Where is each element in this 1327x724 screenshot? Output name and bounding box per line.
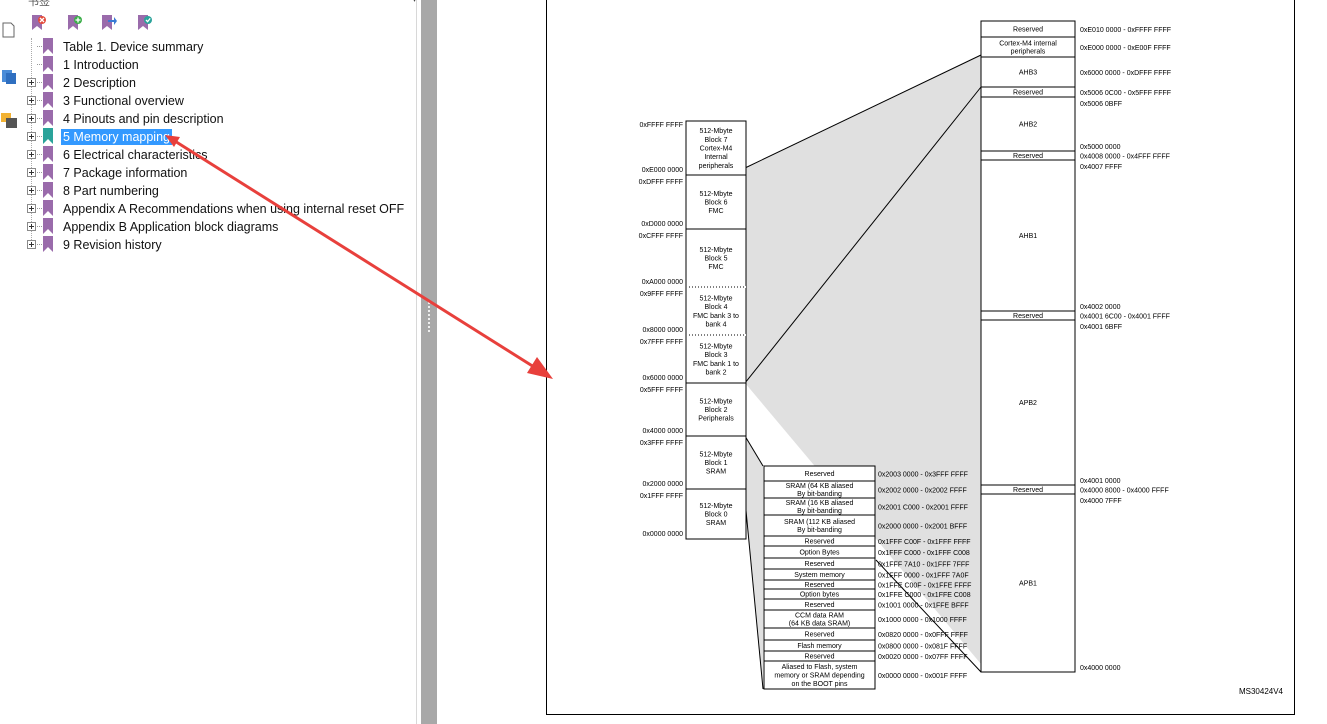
bookmark-label: 7 Package information [63, 166, 188, 180]
bookmark-label: Appendix B Application block diagrams [63, 220, 279, 234]
bookmarks-panel: 书签 ▾ Table 1. Device summary1 Introducti… [22, 0, 421, 724]
expand-bookmark-icon[interactable] [99, 14, 117, 32]
expand-toggle-icon[interactable] [27, 204, 36, 213]
bookmark-item[interactable]: 9 Revision history [22, 236, 420, 254]
bookmark-label: 6 Electrical characteristics [63, 148, 208, 162]
left-tool-strip [0, 0, 22, 724]
bookmark-label: 4 Pinouts and pin description [63, 112, 224, 126]
bookmark-label: Appendix A Recommendations when using in… [63, 202, 405, 216]
bookmark-label: 1 Introduction [63, 58, 139, 72]
bookmark-item[interactable]: 3 Functional overview [22, 92, 420, 110]
comments-icon[interactable] [1, 112, 17, 128]
bookmark-item[interactable]: 8 Part numbering [22, 182, 420, 200]
bookmark-item[interactable]: 6 Electrical characteristics [22, 146, 420, 164]
bookmark-label: 8 Part numbering [63, 184, 159, 198]
splitter-grip[interactable] [427, 300, 431, 340]
panel-divider [416, 0, 417, 724]
expand-toggle-icon[interactable] [27, 132, 36, 141]
bookmark-item[interactable]: 1 Introduction [22, 56, 420, 74]
bookmark-icon [43, 74, 53, 90]
expand-toggle-icon[interactable] [27, 168, 36, 177]
bookmark-label: Table 1. Device summary [63, 40, 204, 54]
page-thumbnail-icon[interactable] [1, 22, 17, 38]
bookmark-icon [43, 146, 53, 162]
pages-icon[interactable] [1, 68, 17, 84]
bookmark-item[interactable]: Appendix A Recommendations when using in… [22, 200, 420, 218]
bookmark-item[interactable]: 5 Memory mapping [22, 128, 420, 146]
bookmark-label: 2 Description [63, 76, 136, 90]
expand-toggle-icon[interactable] [27, 96, 36, 105]
expand-toggle-icon[interactable] [27, 150, 36, 159]
document-page [546, 0, 1295, 715]
expand-toggle-icon[interactable] [27, 240, 36, 249]
bookmark-icon [43, 200, 53, 216]
bookmark-icon [43, 56, 53, 72]
bookmark-item[interactable]: 4 Pinouts and pin description [22, 110, 420, 128]
bookmark-icon [43, 38, 53, 54]
bookmark-icon [43, 164, 53, 180]
expand-toggle-icon[interactable] [27, 114, 36, 123]
new-bookmark-icon[interactable] [65, 14, 83, 32]
bookmark-item[interactable]: Appendix B Application block diagrams [22, 218, 420, 236]
bookmark-icon [43, 110, 53, 126]
panel-splitter[interactable] [421, 0, 437, 724]
bookmark-label: 5 Memory mapping [61, 129, 172, 145]
delete-bookmark-icon[interactable] [29, 14, 47, 32]
panel-title: 书签 [28, 0, 50, 8]
bookmark-item[interactable]: 2 Description [22, 74, 420, 92]
bookmark-label: 3 Functional overview [63, 94, 184, 108]
bookmark-icon [43, 128, 53, 144]
bookmark-icon [43, 182, 53, 198]
bookmark-icon [43, 218, 53, 234]
find-bookmark-icon[interactable] [135, 14, 153, 32]
bookmark-item[interactable]: 7 Package information [22, 164, 420, 182]
bookmark-icon [43, 92, 53, 108]
bookmark-icon [43, 236, 53, 252]
bookmark-label: 9 Revision history [63, 238, 162, 252]
bookmark-item[interactable]: Table 1. Device summary [22, 38, 420, 56]
expand-toggle-icon[interactable] [27, 222, 36, 231]
expand-toggle-icon[interactable] [27, 78, 36, 87]
expand-toggle-icon[interactable] [27, 186, 36, 195]
